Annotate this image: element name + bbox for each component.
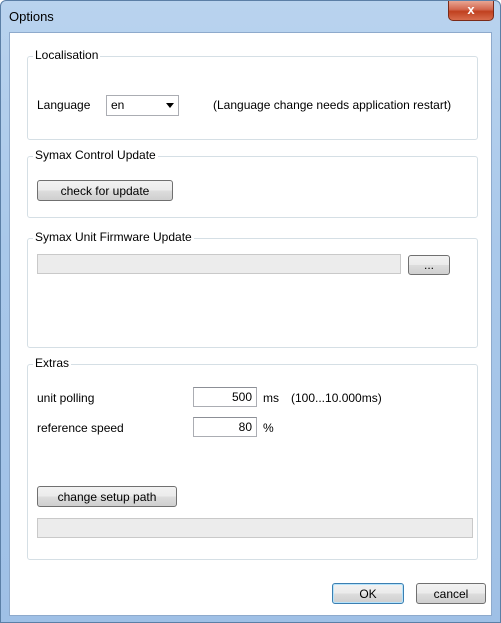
setup-path-field[interactable] <box>37 518 473 538</box>
unit-polling-unit: ms <box>263 391 279 405</box>
chevron-down-icon <box>166 103 174 108</box>
reference-speed-label: reference speed <box>37 421 124 435</box>
control-update-legend: Symax Control Update <box>33 148 158 162</box>
language-restart-note: (Language change needs application resta… <box>213 98 452 112</box>
localisation-group: Localisation Language en (Language chang… <box>27 48 478 140</box>
ok-button[interactable]: OK <box>332 583 404 604</box>
language-select[interactable]: en <box>106 95 179 116</box>
browse-firmware-button[interactable]: ... <box>408 255 450 275</box>
firmware-update-group: Symax Unit Firmware Update ... <box>27 230 478 348</box>
close-button[interactable]: x <box>448 1 494 21</box>
language-select-value: en <box>111 98 125 112</box>
localisation-legend: Localisation <box>33 48 101 62</box>
dialog-client-area: Localisation Language en (Language chang… <box>9 32 492 616</box>
firmware-update-legend: Symax Unit Firmware Update <box>33 230 194 244</box>
reference-speed-unit: % <box>263 421 274 435</box>
title-bar[interactable]: Options x <box>1 1 500 33</box>
firmware-path-field[interactable] <box>37 254 401 274</box>
language-label: Language <box>37 98 91 112</box>
unit-polling-input[interactable]: 500 <box>193 387 257 407</box>
change-setup-path-button[interactable]: change setup path <box>37 486 177 507</box>
unit-polling-range: (100...10.000ms) <box>291 391 382 405</box>
unit-polling-label: unit polling <box>37 391 95 405</box>
options-window: Options x Localisation Language en (Lang… <box>0 0 501 623</box>
extras-group: Extras unit polling 500 ms (100...10.000… <box>27 356 478 560</box>
window-title: Options <box>9 9 54 24</box>
cancel-button[interactable]: cancel <box>416 583 486 604</box>
control-update-group: Symax Control Update check for update <box>27 148 478 218</box>
check-for-update-button[interactable]: check for update <box>37 180 173 201</box>
reference-speed-input[interactable]: 80 <box>193 417 257 437</box>
extras-legend: Extras <box>33 356 72 370</box>
